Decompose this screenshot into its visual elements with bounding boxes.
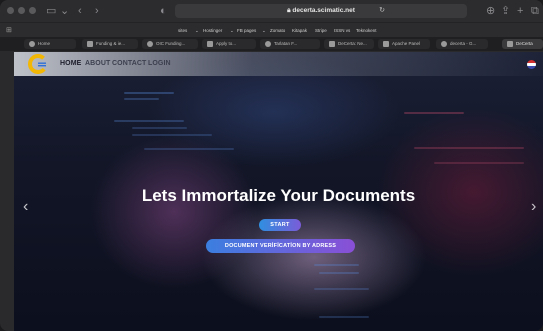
tab-decerta-active[interactable]: DeCerta [502, 39, 543, 49]
chevron-down-icon: ⌄ [262, 28, 266, 33]
favorite-kitapak[interactable]: Kitapak [292, 23, 307, 38]
nav-link-contact[interactable]: CONTACT [112, 52, 146, 76]
decerta-logo-icon[interactable] [28, 54, 48, 74]
sidebar-toggle-icon[interactable]: ▭ [46, 3, 56, 19]
language-flag-icon[interactable] [527, 60, 536, 69]
nav-link-home[interactable]: HOME [60, 52, 81, 76]
tab-decerta-ne[interactable]: DeCerta: Ne... [324, 39, 374, 49]
favorite-zomato[interactable]: Zomato [270, 23, 285, 38]
favorite-hostinger[interactable]: Hostinger [203, 23, 222, 38]
code-line [132, 127, 187, 129]
share-icon[interactable]: ⇪ [501, 3, 510, 19]
tab-tarlatan[interactable]: Tarlatan F... [260, 39, 320, 49]
code-line [114, 120, 184, 122]
tab-bar: Home Funding & ie... OIC Funding... Appl… [0, 37, 543, 51]
maximize-window-button[interactable] [29, 7, 36, 14]
tab-label: Apache Panel [392, 41, 421, 46]
globe-icon [265, 41, 271, 47]
shield-icon[interactable]: ◐ [160, 3, 167, 19]
url-label: decerta.scimatic.net [292, 7, 355, 14]
web-page: HOME ABOUT CONTACT LOGIN ‹ › Lets Immort… [14, 52, 543, 331]
favorites-bar: ⊞ sites ⌄ Hostinger ⌄ FB pages ⌄ Zomato … [0, 22, 543, 38]
address-bar[interactable]: 🔒︎ decerta.scimatic.net ↻ [175, 4, 467, 18]
new-tab-icon[interactable]: + [517, 3, 523, 19]
chevron-down-icon[interactable]: ⌄ [60, 3, 69, 19]
code-line [319, 272, 359, 274]
tab-label: OIC Funding... [156, 41, 186, 46]
nav-link-about[interactable]: ABOUT [85, 52, 110, 76]
globe-icon [441, 41, 447, 47]
tab-label: decerta - G... [450, 41, 477, 46]
favorite-stripe[interactable]: Stripe [315, 23, 327, 38]
code-line [132, 134, 212, 136]
page-icon [507, 41, 513, 47]
favorite-fb-pages[interactable]: FB pages [237, 23, 256, 38]
globe-icon [29, 41, 35, 47]
tab-label: Apply to... [216, 41, 237, 46]
tab-overview-icon[interactable]: ⧉ [531, 3, 539, 19]
favorite-teknokent[interactable]: Teknokent [356, 23, 377, 38]
tab-apply[interactable]: Apply to... [202, 39, 256, 49]
code-line [414, 147, 524, 149]
url-text: 🔒︎ decerta.scimatic.net [175, 4, 467, 18]
page-icon [329, 41, 335, 47]
globe-icon [147, 41, 153, 47]
tab-home[interactable]: Home [24, 39, 76, 49]
chevron-down-icon: ⌄ [230, 28, 234, 33]
back-icon[interactable]: ‹ [78, 3, 82, 19]
code-line [124, 92, 174, 94]
code-line [314, 288, 369, 290]
code-line [124, 98, 159, 100]
page-icon [207, 41, 213, 47]
code-line [319, 316, 369, 318]
document-verification-button[interactable]: DOCUMENT VERİFİCATİON BY ADRESS [206, 239, 355, 253]
tab-label: Tarlatan F... [274, 41, 298, 46]
page-icon [87, 41, 93, 47]
forward-icon[interactable]: › [95, 3, 99, 19]
nav-link-login[interactable]: LOGIN [148, 52, 171, 76]
minimize-window-button[interactable] [18, 7, 25, 14]
tab-funding[interactable]: Funding & ie... [82, 39, 138, 49]
reload-icon[interactable]: ↻ [379, 4, 385, 18]
tab-apache-panel[interactable]: Apache Panel [378, 39, 430, 49]
chevron-down-icon: ⌄ [195, 28, 199, 33]
tab-label: DeCerta [516, 41, 533, 46]
tab-label: Funding & ie... [96, 41, 126, 46]
hero-headline: Lets Immortalize Your Documents [141, 186, 416, 205]
page-icon [383, 41, 389, 47]
tab-label: Home [38, 41, 51, 46]
lock-icon: 🔒︎ [287, 7, 291, 14]
start-button[interactable]: START [259, 219, 301, 231]
tab-decerta-g[interactable]: decerta - G... [436, 39, 488, 49]
bookmarks-grid-icon[interactable]: ⊞ [6, 23, 12, 38]
download-icon[interactable]: ⊕ [486, 3, 495, 19]
site-navbar: HOME ABOUT CONTACT LOGIN [14, 52, 543, 76]
favorite-issn[interactable]: ISSN vs [334, 23, 350, 38]
code-line [404, 112, 464, 114]
tab-oic-funding[interactable]: OIC Funding... [142, 39, 198, 49]
browser-window: ▭ ⌄ ‹ › ◐ 🔒︎ decerta.scimatic.net ↻ ⊕ ⇪ … [0, 0, 543, 331]
favorite-sites[interactable]: sites [178, 23, 187, 38]
code-line [144, 148, 234, 150]
close-window-button[interactable] [7, 7, 14, 14]
code-line [434, 162, 524, 164]
browser-titlebar: ▭ ⌄ ‹ › ◐ 🔒︎ decerta.scimatic.net ↻ ⊕ ⇪ … [0, 0, 543, 22]
tab-label: DeCerta: Ne... [338, 41, 367, 46]
code-line [314, 264, 359, 266]
